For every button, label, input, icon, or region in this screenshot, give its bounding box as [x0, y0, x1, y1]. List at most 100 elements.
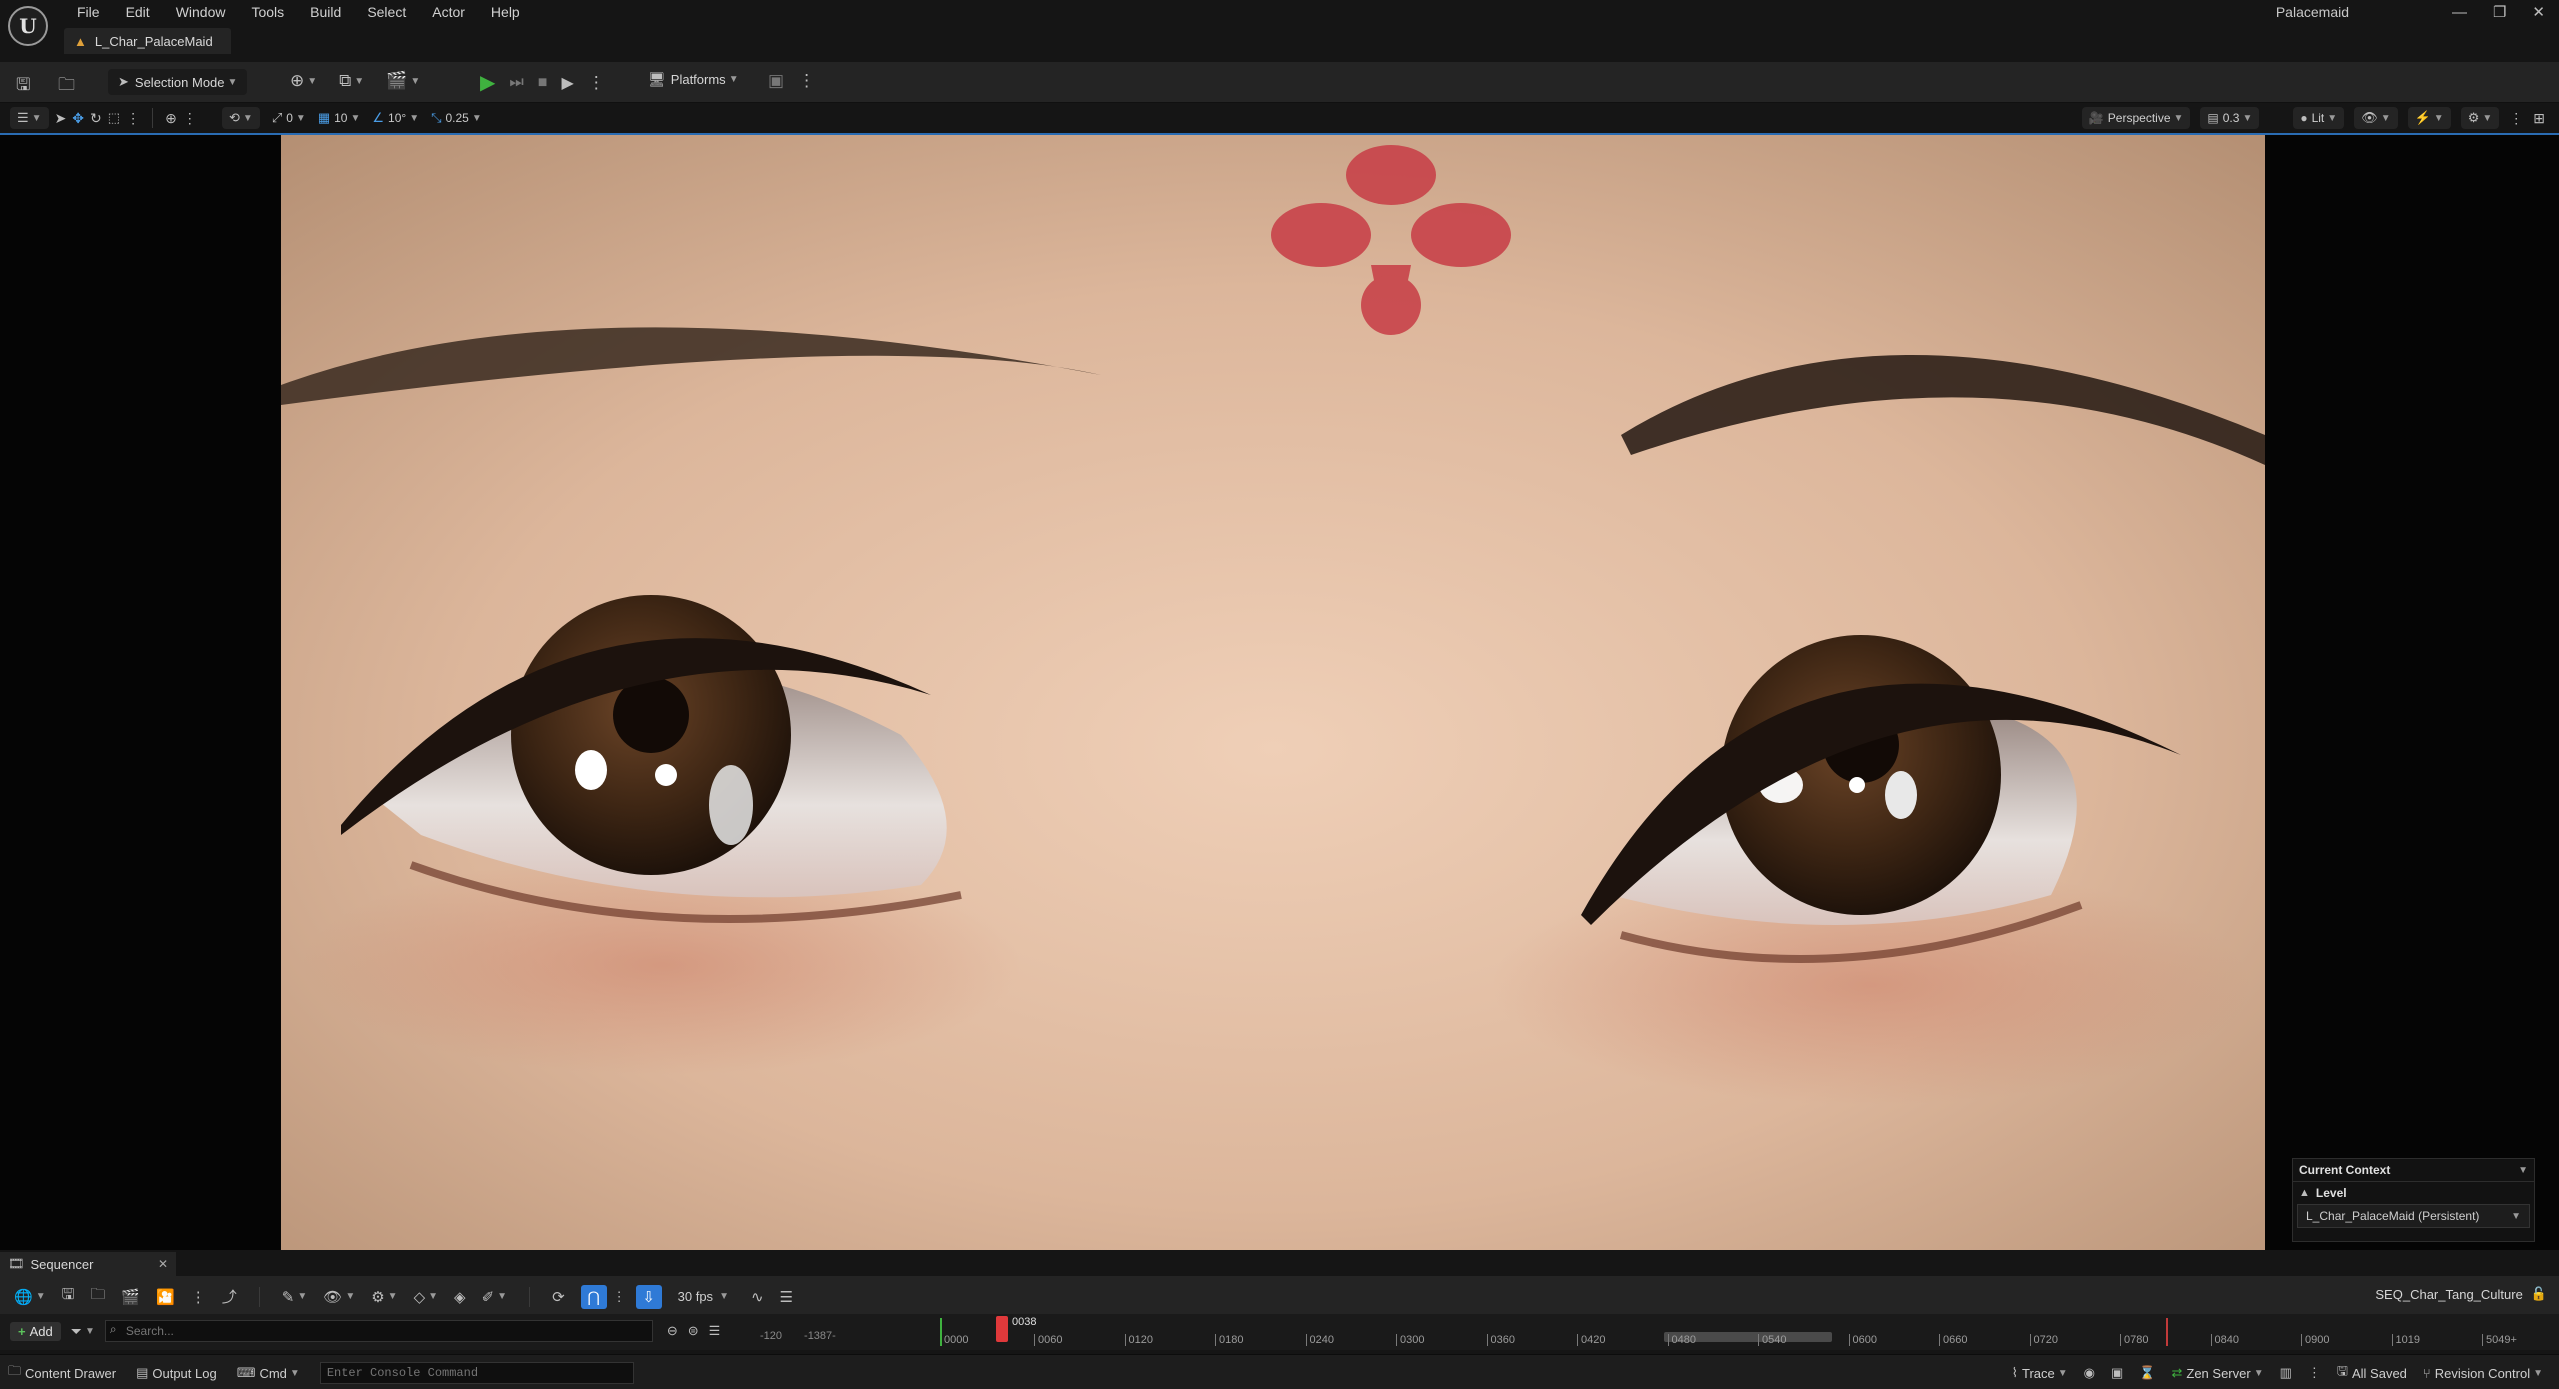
status-more-icon[interactable]: ⋮: [2308, 1365, 2321, 1381]
menu-file[interactable]: File: [64, 0, 113, 24]
screenshot-icon[interactable]: ▣: [2111, 1365, 2123, 1381]
device-icon[interactable]: ▣: [768, 71, 784, 91]
toolbar-more-icon[interactable]: ⋮: [798, 71, 815, 91]
select-icon[interactable]: ➤: [55, 110, 67, 127]
fps-dropdown[interactable]: 30 fps ▼: [678, 1289, 729, 1304]
world-more-icon[interactable]: ⋮: [183, 110, 197, 127]
menu-tools[interactable]: Tools: [238, 0, 297, 24]
selection-mode-dropdown[interactable]: ➤ Selection Mode ▼: [108, 69, 248, 95]
show-flags-dropdown[interactable]: 👁 ▼: [2354, 107, 2398, 129]
zen-server-dropdown[interactable]: ⇄ Zen Server ▼: [2171, 1365, 2263, 1381]
rotation-snap-toggle[interactable]: ⤢ 0 ▼: [272, 110, 306, 126]
close-icon[interactable]: ✕: [2532, 3, 2545, 21]
maximize-icon[interactable]: ❐: [2493, 3, 2506, 21]
menu-actor[interactable]: Actor: [419, 0, 478, 24]
curve-editor-icon[interactable]: ⤴: [222, 1286, 237, 1307]
transform-more-icon[interactable]: ⋮: [126, 110, 140, 127]
add-actor-icon[interactable]: ⊕ ▼: [290, 71, 317, 91]
playback-options-icon[interactable]: ⚙ ▼: [371, 1288, 397, 1306]
performance-dropdown[interactable]: ⚡ ▼: [2407, 107, 2451, 129]
all-saved-status[interactable]: 🖫 All Saved: [2337, 1362, 2407, 1384]
minimize-icon[interactable]: —: [2452, 4, 2467, 21]
browse-icon[interactable]: 🗀: [58, 72, 75, 101]
menu-build[interactable]: Build: [297, 0, 354, 24]
lit-dropdown[interactable]: ● Lit ▼: [2293, 107, 2345, 129]
surface-snap-toggle[interactable]: ⟲ ▼: [222, 107, 260, 129]
content-drawer-button[interactable]: 🗀 Content Drawer: [8, 1362, 116, 1384]
screen-percentage-dropdown[interactable]: ▤ 0.3 ▼: [2200, 107, 2260, 129]
expand-tracks-icon[interactable]: ⊖: [667, 1323, 678, 1339]
restore-state-icon[interactable]: ⟳: [552, 1288, 565, 1306]
scale-snap-toggle[interactable]: ⤡ 0.25 ▼: [431, 110, 482, 126]
context-level-dropdown[interactable]: L_Char_PalaceMaid (Persistent) ▼: [2297, 1204, 2530, 1228]
view-options-icon[interactable]: 👁 ▼: [323, 1288, 355, 1306]
blueprint-icon[interactable]: ⧉ ▼: [339, 71, 364, 91]
rotate-icon[interactable]: ↻: [90, 110, 102, 127]
ruler-label: 0540: [1762, 1334, 1787, 1346]
cmd-dropdown[interactable]: ⌨ Cmd ▼: [237, 1365, 300, 1381]
level-tab[interactable]: ▲ L_Char_PalaceMaid: [64, 28, 231, 54]
layout-icon[interactable]: ⊞: [2533, 110, 2545, 127]
clapper-icon[interactable]: 🎦: [156, 1288, 175, 1306]
menu-window[interactable]: Window: [163, 0, 239, 24]
add-track-button[interactable]: + Add: [10, 1321, 61, 1341]
seq-save-icon[interactable]: 🖫: [62, 1284, 75, 1309]
unreal-logo-icon[interactable]: U: [8, 6, 48, 46]
frame-lock-icon[interactable]: ⇩: [635, 1284, 662, 1309]
viewport-settings-dropdown[interactable]: ⚙ ▼: [2460, 107, 2500, 129]
cinematics-icon[interactable]: 🎬 ▼: [386, 71, 420, 91]
menu-edit[interactable]: Edit: [113, 0, 163, 24]
snap-toggle-icon[interactable]: ⋂: [580, 1284, 607, 1309]
ruler-tick: [1124, 1334, 1126, 1346]
grid-snap-toggle[interactable]: ▦ 10 ▼: [318, 110, 361, 126]
more-options-icon[interactable]: ⋮: [588, 73, 605, 93]
angle-snap-toggle[interactable]: ∠ 10° ▼: [372, 110, 419, 126]
viewport-more-icon[interactable]: ⋮: [2509, 110, 2523, 127]
key-interp-icon[interactable]: ◇ ▼: [414, 1288, 438, 1306]
sequence-name[interactable]: SEQ_Char_Tang_Culture: [2375, 1287, 2522, 1302]
timeline-ruler[interactable]: 0000 0038 0060 0120 0180 0240 0300 0360 0420 04…: [940, 1314, 2540, 1350]
save-icon[interactable]: 🖫: [16, 72, 30, 101]
world-space-icon[interactable]: ⊕: [165, 110, 177, 127]
seq-find-icon[interactable]: 🗀: [90, 1284, 105, 1309]
close-tab-icon[interactable]: ✕: [158, 1257, 168, 1271]
scale-icon[interactable]: ⬚: [108, 110, 120, 126]
auto-key-icon[interactable]: ◈: [454, 1288, 466, 1306]
tracks-icon[interactable]: ☰: [780, 1288, 793, 1306]
menu-select[interactable]: Select: [354, 0, 419, 24]
play-icon[interactable]: ▶: [480, 70, 495, 95]
track-list-icon[interactable]: ☰: [709, 1323, 721, 1339]
world-icon[interactable]: 🌐 ▼: [14, 1288, 46, 1306]
snap-more-icon[interactable]: ⋮: [613, 1289, 626, 1305]
menu-help[interactable]: Help: [478, 0, 533, 24]
platforms-dropdown[interactable]: 🖥 Platforms ▼: [648, 71, 739, 88]
waveform-icon[interactable]: ∿: [751, 1288, 764, 1306]
sequencer-tab[interactable]: 🎞 Sequencer ✕: [0, 1252, 176, 1276]
filter-icon[interactable]: ⏷ ▼: [71, 1323, 95, 1340]
revision-control-dropdown[interactable]: ⑂ Revision Control ▼: [2423, 1366, 2543, 1381]
simulate-icon[interactable]: ▶: [561, 73, 573, 93]
console-command-input[interactable]: [319, 1362, 634, 1384]
key-tools-icon[interactable]: ✎ ▼: [282, 1288, 307, 1306]
record-icon[interactable]: ◉: [2084, 1365, 2095, 1381]
step-icon[interactable]: ⏭: [509, 74, 523, 92]
level-viewport[interactable]: [0, 133, 2559, 1250]
playback-start-marker[interactable]: [940, 1318, 942, 1346]
playhead[interactable]: 0038: [996, 1316, 1036, 1342]
move-icon[interactable]: ✥: [72, 110, 84, 127]
viewport-options-dropdown[interactable]: ☰ ▼: [10, 107, 49, 129]
playback-end-marker[interactable]: [2166, 1318, 2168, 1346]
derived-data-icon[interactable]: ⌛: [2139, 1365, 2155, 1381]
seq-more-icon[interactable]: ⋮: [191, 1288, 206, 1306]
edit-mode-icon[interactable]: ✐ ▼: [482, 1288, 507, 1306]
output-log-button[interactable]: ▤ Output Log: [136, 1365, 217, 1381]
chevron-down-icon[interactable]: ▼: [2518, 1165, 2528, 1176]
stats-icon[interactable]: ▥: [2280, 1365, 2292, 1381]
lock-icon[interactable]: 🔓: [2531, 1286, 2547, 1302]
trace-dropdown[interactable]: ⌇ Trace ▼: [2012, 1365, 2068, 1381]
perspective-dropdown[interactable]: 🎥 Perspective ▼: [2081, 107, 2191, 129]
search-input[interactable]: [104, 1320, 653, 1342]
sync-icon[interactable]: ⊜: [688, 1323, 699, 1339]
render-movie-icon[interactable]: 🎬: [121, 1288, 140, 1306]
stop-icon[interactable]: ■: [538, 74, 548, 92]
